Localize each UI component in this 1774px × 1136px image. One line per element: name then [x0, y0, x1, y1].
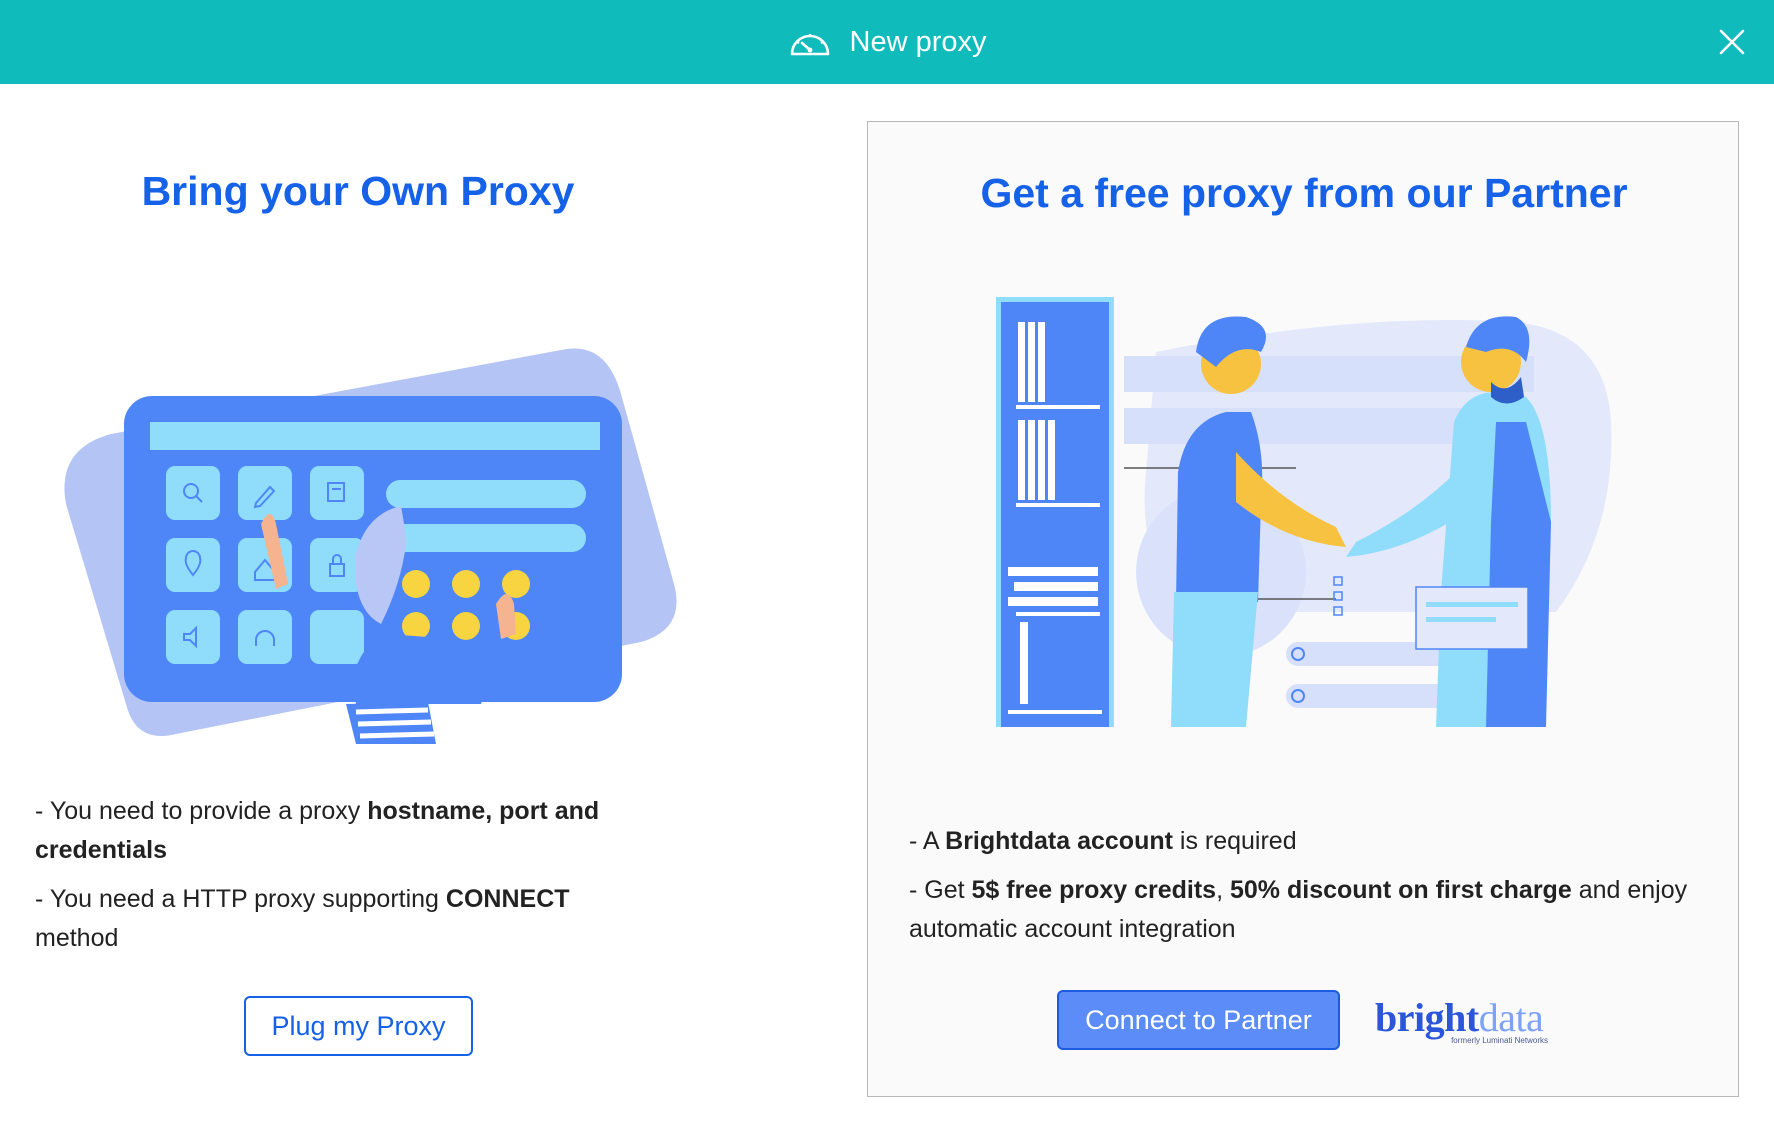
- logo-word-bright: bright: [1375, 995, 1479, 1040]
- partner-title: Get a free proxy from our Partner: [980, 170, 1628, 216]
- control-panel-illustration: [64, 348, 677, 744]
- partner-panel: Get a free proxy from our Partner - A Br…: [867, 121, 1739, 1097]
- own-proxy-panel: Bring your Own Proxy - You need to provi…: [0, 84, 864, 1136]
- modal-title: New proxy: [849, 25, 987, 58]
- partner-bullet-2: - Get 5$ free proxy credits, 50% discoun…: [909, 876, 1688, 943]
- own-proxy-requirements: - You need to provide a proxy hostname, …: [35, 792, 655, 968]
- own-proxy-title: Bring your Own Proxy: [141, 168, 575, 214]
- own-proxy-bullet-1: - You need to provide a proxy hostname, …: [35, 797, 600, 864]
- partner-bullet-1: - A Brightdata account is required: [909, 827, 1297, 855]
- partner-requirements: - A Brightdata account is required - Get…: [909, 822, 1699, 959]
- speedometer-icon: [790, 34, 829, 56]
- close-icon: [1719, 29, 1745, 55]
- logo-word-data: data: [1478, 995, 1544, 1040]
- brightdata-logo: brightdata formerly Luminati Networks: [1375, 998, 1550, 1050]
- header-title-group: New proxy: [788, 26, 987, 59]
- modal-header: New proxy: [0, 0, 1774, 84]
- close-button[interactable]: [1712, 22, 1752, 62]
- own-proxy-bullet-2: - You need a HTTP proxy supporting CONNE…: [35, 885, 570, 952]
- connect-to-partner-button[interactable]: Connect to Partner: [1057, 990, 1340, 1050]
- logo-formerly-text: formerly Luminati Networks: [1451, 1036, 1548, 1045]
- plug-my-proxy-button[interactable]: Plug my Proxy: [244, 996, 473, 1056]
- handshake-illustration: [996, 297, 1612, 727]
